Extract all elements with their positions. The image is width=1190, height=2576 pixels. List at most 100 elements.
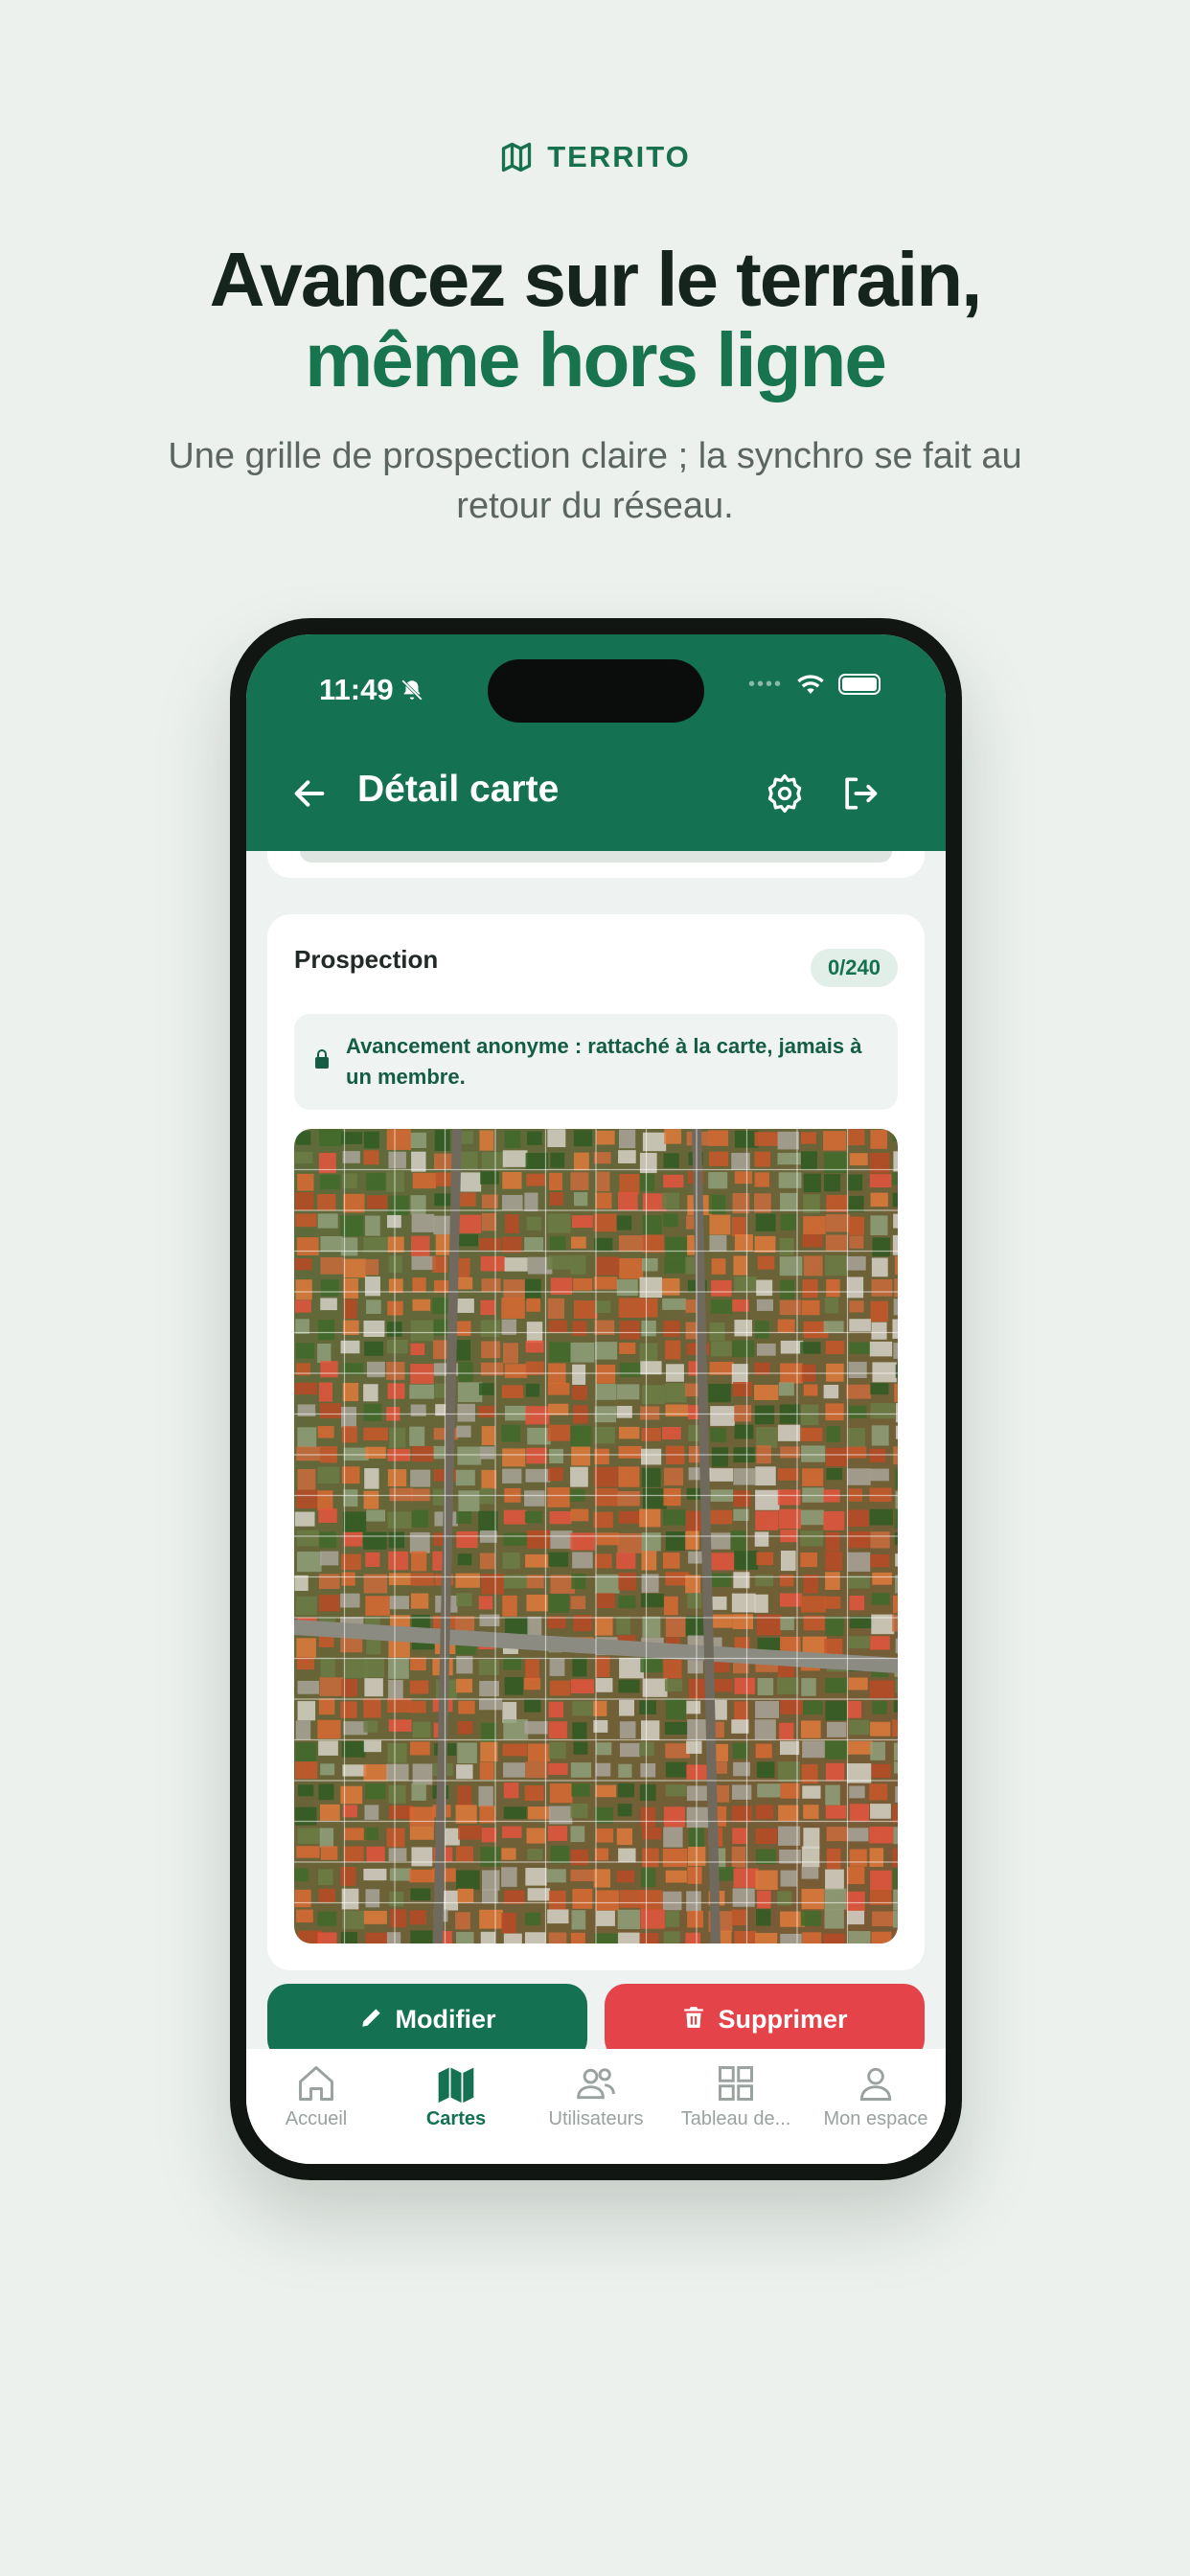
map-texture-block <box>825 1572 840 1590</box>
map-texture-block <box>685 1530 699 1550</box>
tab-label: Utilisateurs <box>548 2108 644 2129</box>
map-texture-block <box>663 1931 680 1944</box>
map-texture-block <box>363 1698 381 1718</box>
map-texture-block <box>595 1656 610 1678</box>
map-texture-block <box>847 1552 871 1572</box>
map-texture-block <box>686 1740 702 1754</box>
delete-button[interactable]: Supprimer <box>605 1984 925 2049</box>
map-texture-block <box>364 1341 384 1356</box>
map-texture-block <box>410 1573 434 1586</box>
map-texture-block <box>800 1596 826 1613</box>
map-texture-block <box>319 1804 340 1821</box>
map-texture-block <box>710 1299 733 1314</box>
gear-icon[interactable] <box>764 772 806 815</box>
map-texture-block <box>479 1614 500 1627</box>
map-texture-block <box>870 1741 885 1760</box>
map-texture-block <box>640 1173 654 1191</box>
map-texture-block <box>364 1805 379 1820</box>
map-texture-block <box>548 1890 566 1911</box>
map-texture-block <box>756 1299 773 1311</box>
map-texture-block <box>410 1657 426 1671</box>
map-texture-block <box>846 1384 872 1399</box>
headline: Avancez sur le terrain, même hors ligne <box>0 240 1190 401</box>
map-texture-block <box>846 1468 871 1485</box>
map-texture-block <box>777 1468 799 1481</box>
map-texture-block <box>755 1805 774 1820</box>
tab-accueil[interactable]: Accueil <box>246 2049 386 2164</box>
map-texture-block <box>295 1742 317 1762</box>
map-texture-block <box>711 1341 732 1357</box>
map-texture-block <box>708 1172 728 1189</box>
map-texture-block <box>847 1867 865 1885</box>
map-texture-block <box>340 1931 358 1944</box>
map-texture-block <box>754 1719 776 1740</box>
map-texture-block <box>503 1782 519 1799</box>
map-texture-block <box>481 1152 507 1170</box>
edit-button[interactable]: Modifier <box>267 1984 587 2049</box>
map-texture-block <box>410 1741 430 1756</box>
map-texture-block <box>824 1909 844 1929</box>
tab-utilisateurs[interactable]: Utilisateurs <box>526 2049 666 2164</box>
tab-mon-espace[interactable]: Mon espace <box>806 2049 946 2164</box>
map-texture-block <box>618 1466 640 1487</box>
map-texture-block <box>365 1446 386 1459</box>
map-texture-block <box>892 1192 898 1208</box>
map-texture-block <box>754 1151 771 1167</box>
back-arrow-icon[interactable] <box>290 774 329 813</box>
map-texture-block <box>457 1720 473 1735</box>
map-texture-block <box>893 1299 898 1316</box>
logout-icon[interactable] <box>838 772 881 815</box>
map-texture-block <box>825 1784 840 1806</box>
map-texture-block <box>480 1446 495 1460</box>
map-texture-block <box>869 1487 892 1503</box>
tab-label: Tableau de... <box>680 2108 791 2129</box>
map-texture-block <box>618 1426 640 1439</box>
map-texture-block <box>847 1129 865 1146</box>
map-texture-block <box>409 1869 434 1883</box>
map-texture-block <box>895 1785 898 1803</box>
content-scroll[interactable]: Prospection 0/240 Avancement anonyme : r… <box>246 851 946 2049</box>
map-texture-block <box>549 1658 565 1676</box>
tab-cartes[interactable]: Cartes <box>386 2049 526 2164</box>
map-texture-block <box>501 1912 516 1934</box>
map-texture-block <box>823 1510 845 1530</box>
card-title: Prospection <box>294 945 439 974</box>
map-texture-block <box>870 1468 889 1482</box>
map-texture-block <box>846 1509 869 1528</box>
map-texture-block <box>892 1595 898 1614</box>
map-texture-block <box>572 1385 587 1400</box>
map-texture-block <box>846 1891 865 1912</box>
map-texture-block <box>363 1150 379 1165</box>
map-texture-block <box>664 1721 689 1735</box>
map-texture-block <box>295 1213 317 1228</box>
map-texture-block <box>595 1192 612 1209</box>
map-texture-block <box>893 1700 898 1713</box>
map-texture-block <box>388 1278 403 1294</box>
map-texture-block <box>665 1761 687 1778</box>
map-texture-block <box>869 1448 886 1462</box>
map-texture-block <box>409 1826 434 1840</box>
prospection-grid-map[interactable] <box>294 1129 898 1944</box>
map-texture-block <box>780 1551 796 1572</box>
edit-button-label: Modifier <box>395 2005 496 2034</box>
map-texture-block <box>734 1320 753 1337</box>
map-texture-block <box>616 1279 638 1297</box>
tab-tableau[interactable]: Tableau de... <box>666 2049 806 2164</box>
map-texture-block <box>342 1151 360 1163</box>
map-texture-block <box>387 1236 404 1253</box>
map-texture-block <box>848 1636 870 1649</box>
map-texture-block <box>734 1424 754 1439</box>
map-texture-block <box>365 1552 380 1567</box>
map-texture-block <box>481 1213 497 1231</box>
map-texture-block <box>894 1931 898 1944</box>
map-texture-block <box>434 1279 451 1293</box>
map-texture-block <box>572 1321 587 1337</box>
map-texture-block <box>780 1192 798 1211</box>
map-texture-block <box>297 1680 320 1694</box>
map-texture-block <box>777 1677 800 1694</box>
map-texture-block <box>456 1425 471 1438</box>
map-texture-block <box>756 1279 773 1297</box>
map-texture-block <box>642 1385 665 1405</box>
map-texture-block <box>571 1573 586 1590</box>
map-texture-block <box>849 1719 870 1736</box>
